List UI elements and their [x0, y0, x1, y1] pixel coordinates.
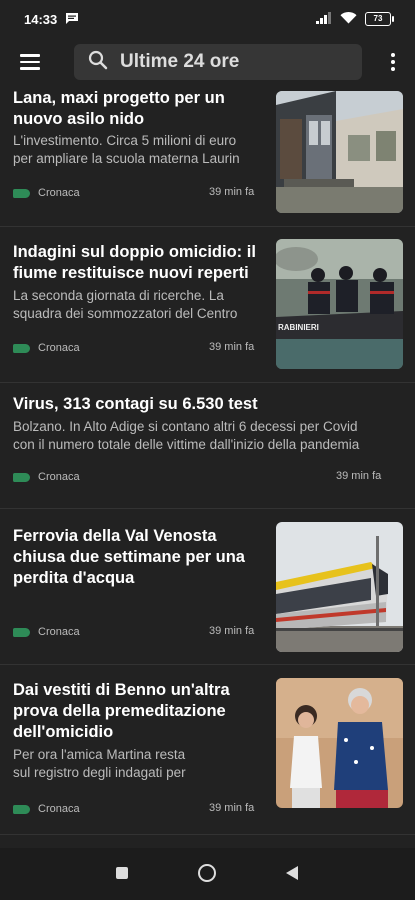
tag-icon — [13, 343, 30, 353]
article-snippet: La seconda giornata di ricerche. La squa… — [13, 288, 238, 321]
home-icon[interactable] — [198, 864, 216, 882]
status-time: 14:33 — [24, 11, 58, 27]
recents-icon[interactable] — [116, 867, 128, 879]
article-snippet: L'investimento. Circa 5 milioni di euro … — [13, 133, 240, 166]
article-card[interactable]: Virus, 313 contagi su 6.530 test Bolzano… — [0, 382, 415, 509]
article-title: Indagini sul doppio omicidio: il fiume r… — [13, 243, 256, 282]
tag-icon — [13, 472, 30, 482]
menu-icon[interactable] — [10, 42, 50, 82]
article-card[interactable]: Indagini sul doppio omicidio: il fiume r… — [0, 226, 415, 383]
svg-text:RABINIERI: RABINIERI — [278, 323, 319, 332]
article-time: 39 min fa — [209, 802, 255, 814]
article-title: Dai vestiti di Benno un'altra prova dell… — [13, 681, 230, 741]
search-box[interactable]: Ultime 24 ore — [74, 44, 362, 80]
more-vert-icon[interactable] — [381, 42, 405, 82]
message-icon — [65, 12, 79, 27]
article-category: Cronaca — [13, 801, 80, 817]
back-icon[interactable] — [286, 866, 298, 880]
article-card[interactable]: Ferrovia della Val Venosta chiusa due se… — [0, 508, 415, 665]
article-snippet: Per ora l'amica Martina resta sul regist… — [13, 747, 186, 780]
battery-icon: 73 — [365, 12, 394, 26]
article-card[interactable]: Dai vestiti di Benno un'altra prova dell… — [0, 664, 415, 835]
tag-icon — [13, 188, 30, 198]
article-title: Lana, maxi progetto per un nuovo asilo n… — [13, 89, 225, 128]
article-time: 39 min fa — [209, 625, 255, 637]
signal-icon — [316, 11, 332, 27]
article-card[interactable]: Lana, maxi progetto per un nuovo asilo n… — [0, 86, 415, 227]
news-feed: Lana, maxi progetto per un nuovo asilo n… — [0, 86, 415, 848]
article-category: Cronaca — [13, 185, 80, 201]
article-snippet: Bolzano. In Alto Adige si contano altri … — [13, 419, 360, 452]
tag-icon — [13, 627, 30, 637]
article-category: Cronaca — [13, 624, 80, 640]
system-nav-bar — [0, 848, 415, 900]
article-time: 39 min fa — [336, 470, 382, 482]
article-category: Cronaca — [13, 469, 80, 485]
carabinieri-boat-photo[interactable]: RABINIERI — [276, 239, 403, 369]
search-text: Ultime 24 ore — [120, 51, 240, 72]
article-title: Virus, 313 contagi su 6.530 test — [13, 395, 258, 413]
wifi-icon — [340, 11, 357, 27]
article-time: 39 min fa — [209, 186, 255, 198]
search-icon — [88, 50, 108, 75]
two-people-photo[interactable] — [276, 678, 403, 808]
tag-icon — [13, 804, 30, 814]
building-photo[interactable] — [276, 91, 403, 213]
article-time: 39 min fa — [209, 341, 255, 353]
app-bar: Ultime 24 ore — [0, 38, 415, 86]
article-title: Ferrovia della Val Venosta chiusa due se… — [13, 527, 245, 587]
train-photo[interactable] — [276, 522, 403, 652]
status-bar: 14:33 73 — [0, 0, 415, 38]
article-category: Cronaca — [13, 340, 80, 356]
